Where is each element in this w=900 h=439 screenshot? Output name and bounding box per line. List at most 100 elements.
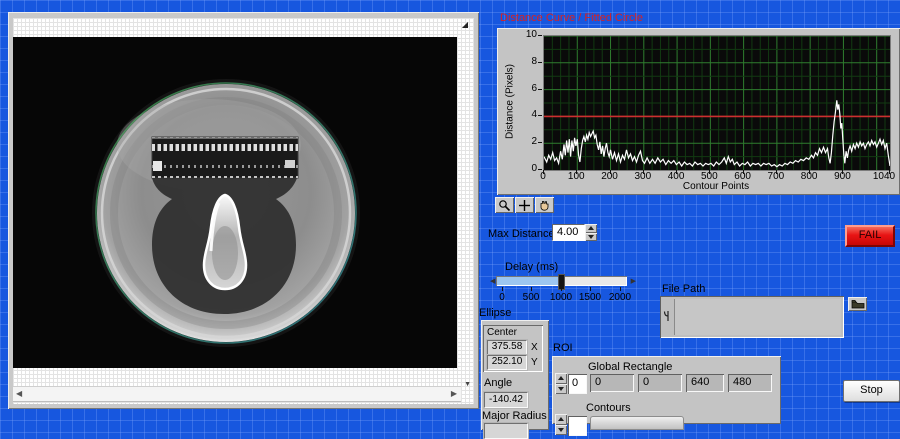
rect-bottom-value[interactable]: 480 — [728, 374, 772, 392]
y-tick-label: 0 — [511, 163, 537, 174]
contours-dropdown[interactable] — [590, 416, 684, 430]
spinner-down-button[interactable] — [585, 233, 597, 242]
ellipse-cluster: Center 375.58 X 252.10 Y Angle -140.42 M… — [481, 320, 549, 430]
slider-fill — [497, 277, 561, 285]
scroll-left-icon[interactable]: ◀ — [16, 389, 22, 399]
fail-indicator: FAIL — [845, 225, 895, 247]
y-tick-mark — [538, 115, 542, 116]
scale-tick — [531, 287, 532, 291]
slider-left-arrow-icon[interactable]: ◀ — [490, 277, 495, 285]
rect-top-value[interactable]: 0 — [638, 374, 682, 392]
ellipse-cluster-label: Ellipse — [479, 307, 511, 319]
max-distance-label: Max Distance — [488, 228, 555, 240]
center-x-value[interactable]: 375.58 — [487, 340, 527, 355]
slider-right-arrow-icon[interactable]: ▶ — [631, 277, 636, 285]
center-y-value[interactable]: 252.10 — [487, 355, 527, 370]
down-arrow-icon — [558, 428, 564, 432]
delay-slider-label: Delay (ms) — [505, 261, 558, 273]
major-radius-value[interactable] — [484, 423, 528, 439]
spinner-up-button[interactable] — [555, 373, 567, 384]
scale-tick — [620, 287, 621, 291]
pan-tool-button[interactable] — [535, 197, 554, 213]
spinner-up-button[interactable] — [585, 224, 597, 233]
y-tick-label: 10 — [511, 29, 537, 40]
stop-button[interactable]: Stop — [843, 380, 900, 402]
petri-dish-image — [13, 37, 457, 368]
crosshair-icon — [518, 199, 531, 212]
magnifier-icon — [498, 199, 511, 212]
scale-tick — [590, 287, 591, 291]
contours-label: Contours — [586, 402, 631, 414]
major-radius-label: Major Radius — [482, 410, 547, 422]
down-arrow-icon — [558, 387, 564, 391]
chart-title: Distance Curve / Fitted Circle — [500, 12, 643, 24]
spinner-up-button[interactable] — [555, 414, 567, 425]
y-tick-mark — [538, 142, 542, 143]
path-type-icon — [663, 310, 672, 328]
y-tick-mark — [538, 35, 542, 36]
y-axis-letter: Y — [531, 357, 538, 368]
folder-icon — [851, 299, 865, 309]
contours-index-value[interactable] — [568, 416, 587, 436]
max-distance-spinner[interactable] — [585, 224, 597, 241]
scale-tick — [561, 287, 562, 291]
roi-cluster-label: ROI — [553, 342, 573, 354]
file-path-label: File Path — [662, 283, 705, 295]
distance-chart: Distance (Pixels) Contour Points 0100200… — [497, 28, 900, 195]
angle-value[interactable]: -140.42 — [484, 392, 528, 408]
x-tick-mark — [543, 170, 544, 174]
image-horizontal-scrollbar[interactable]: ◀ ▶ — [13, 386, 461, 402]
roi-index-value[interactable]: 0 — [568, 374, 587, 394]
center-group: Center 375.58 X 252.10 Y — [483, 325, 543, 372]
rect-right-value[interactable]: 640 — [686, 374, 724, 392]
scale-label: 2000 — [602, 292, 638, 303]
labview-front-panel: { "chart_data": { "type": "line", "title… — [0, 0, 900, 424]
x-tick-mark — [776, 170, 777, 174]
up-arrow-icon — [558, 376, 564, 380]
center-label: Center — [487, 327, 517, 338]
y-tick-mark — [538, 89, 542, 90]
y-tick-mark — [538, 62, 542, 63]
browse-button[interactable] — [848, 297, 867, 311]
scroll-right-icon[interactable]: ▶ — [451, 389, 457, 399]
x-tick-mark — [743, 170, 744, 174]
spinner-down-button[interactable] — [555, 425, 567, 436]
x-tick-mark — [842, 170, 843, 174]
up-arrow-icon — [558, 417, 564, 421]
rect-left-value[interactable]: 0 — [590, 374, 634, 392]
y-tick-mark — [538, 169, 542, 170]
connector-band — [152, 137, 298, 178]
plot-area[interactable] — [543, 35, 891, 171]
camera-image-display[interactable]: ◢ ▼ — [8, 12, 479, 409]
slider-track[interactable] — [496, 276, 627, 286]
x-axis-label: Contour Points — [616, 181, 816, 192]
roi-cluster: Global Rectangle 0 0 0 640 480 Contours — [552, 356, 781, 424]
x-axis-letter: X — [531, 342, 538, 353]
x-tick-mark — [889, 170, 890, 174]
zoom-tool-button[interactable] — [495, 197, 514, 213]
y-tick-label: 4 — [511, 109, 537, 120]
hand-icon — [538, 199, 551, 212]
image-display-margin: ◢ ▼ — [13, 18, 474, 404]
roi-index-spinner[interactable] — [555, 373, 567, 394]
camera-image — [13, 37, 457, 368]
scale-tick — [502, 287, 503, 291]
delay-slider-scale: 0 500 1000 1500 2000 — [490, 287, 640, 305]
y-tick-label: 8 — [511, 56, 537, 67]
x-tick-mark — [676, 170, 677, 174]
spinner-down-button[interactable] — [555, 384, 567, 395]
x-tick-mark — [809, 170, 810, 174]
x-tick-mark — [576, 170, 577, 174]
y-tick-label: 6 — [511, 83, 537, 94]
file-path-control[interactable] — [660, 296, 844, 338]
cursor-tool-button[interactable] — [515, 197, 534, 213]
file-path-input[interactable] — [674, 299, 841, 335]
x-tick-mark — [643, 170, 644, 174]
max-distance-input[interactable]: 4.00 — [552, 224, 585, 241]
x-tick-label: 1040 — [868, 171, 900, 182]
global-rectangle-label: Global Rectangle — [588, 361, 672, 373]
contours-index-spinner[interactable] — [555, 414, 567, 435]
x-tick-mark — [709, 170, 710, 174]
scroll-down-icon[interactable]: ▼ — [464, 381, 471, 388]
x-tick-mark — [610, 170, 611, 174]
